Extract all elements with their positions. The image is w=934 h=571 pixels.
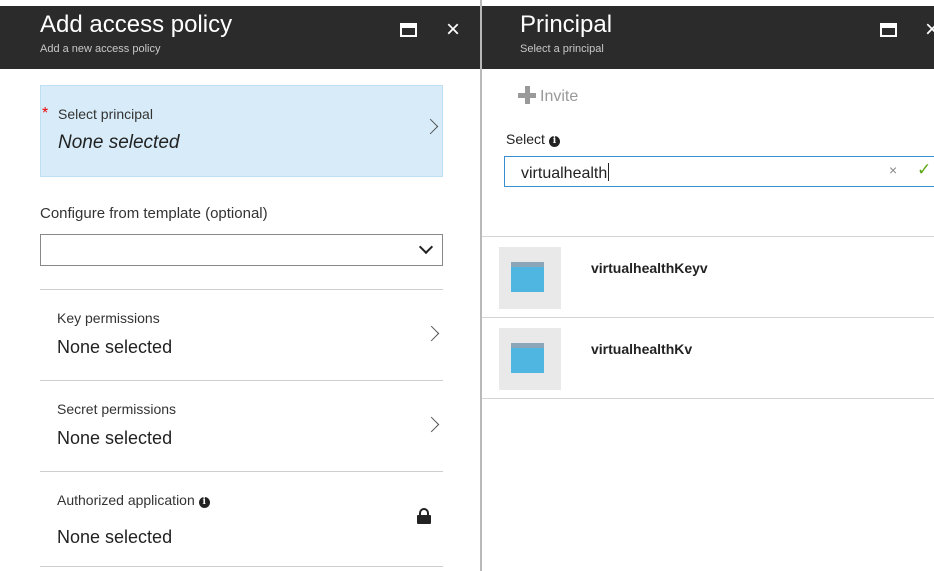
select-label-wrap: Select i [506, 131, 560, 147]
blade-subtitle: Add a new access policy [40, 43, 161, 55]
select-label: Select [506, 131, 545, 147]
result-name: virtualhealthKeyv [591, 260, 708, 276]
blade-header: Add access policy Add a new access polic… [0, 6, 480, 69]
authorized-application-row: Authorized application i None selected [40, 472, 443, 566]
lock-icon [417, 508, 431, 524]
result-name: virtualhealthKv [591, 341, 693, 357]
search-value: virtualhealth [521, 165, 608, 182]
result-item[interactable]: virtualhealthKeyv [482, 237, 934, 317]
template-dropdown[interactable] [40, 234, 443, 266]
invite-button[interactable]: Invite [518, 86, 578, 106]
chevron-right-icon [423, 325, 440, 342]
checkmark-icon: ✓ [917, 160, 932, 179]
clear-icon[interactable]: × [889, 162, 897, 178]
principal-blade: Principal Select a principal × Invite Se… [482, 0, 934, 571]
blade-subtitle: Select a principal [520, 43, 604, 55]
authorized-application-label: Authorized application [57, 492, 195, 508]
info-icon[interactable]: i [548, 136, 560, 147]
divider [40, 566, 443, 567]
info-icon[interactable]: i [198, 497, 210, 508]
secret-permissions-row[interactable]: Secret permissions None selected [40, 381, 443, 471]
close-icon[interactable]: × [922, 18, 934, 42]
close-icon[interactable]: × [443, 18, 463, 42]
secret-permissions-label: Secret permissions [57, 401, 177, 417]
add-access-policy-blade: Add access policy Add a new access polic… [0, 0, 480, 571]
principal-search-input[interactable]: virtualhealth × ✓ [504, 156, 934, 187]
maximize-button[interactable] [879, 20, 899, 40]
chevron-right-icon [422, 118, 439, 135]
blade-title: Add access policy [40, 11, 233, 38]
plus-icon [518, 86, 536, 104]
key-permissions-row[interactable]: Key permissions None selected [40, 290, 443, 380]
template-label: Configure from template (optional) [40, 205, 268, 222]
app-registration-icon [511, 343, 544, 373]
app-registration-icon [511, 262, 544, 292]
invite-label: Invite [540, 88, 579, 105]
select-principal-value: None selected [58, 132, 180, 153]
result-item[interactable]: virtualhealthKv [482, 318, 934, 398]
blade-header: Principal Select a principal × [482, 6, 934, 69]
authorized-application-value: None selected [57, 527, 173, 547]
maximize-icon [400, 23, 417, 37]
key-permissions-value: None selected [57, 337, 173, 357]
authorized-application-label-wrap: Authorized application i [57, 492, 210, 508]
key-permissions-label: Key permissions [57, 310, 160, 326]
chevron-down-icon [418, 239, 434, 255]
select-principal-row[interactable]: * Select principal None selected [40, 85, 443, 177]
search-value-wrap: virtualhealth [521, 163, 610, 183]
select-principal-label: Select principal [58, 106, 153, 122]
chevron-right-icon [423, 416, 440, 433]
blade-title: Principal [520, 11, 613, 38]
maximize-icon [880, 23, 897, 37]
secret-permissions-value: None selected [57, 428, 173, 448]
maximize-button[interactable] [399, 20, 419, 40]
result-icon-box [499, 247, 561, 309]
required-marker: * [42, 105, 49, 122]
result-icon-box [499, 328, 561, 390]
text-cursor [608, 163, 610, 181]
divider [482, 398, 934, 399]
